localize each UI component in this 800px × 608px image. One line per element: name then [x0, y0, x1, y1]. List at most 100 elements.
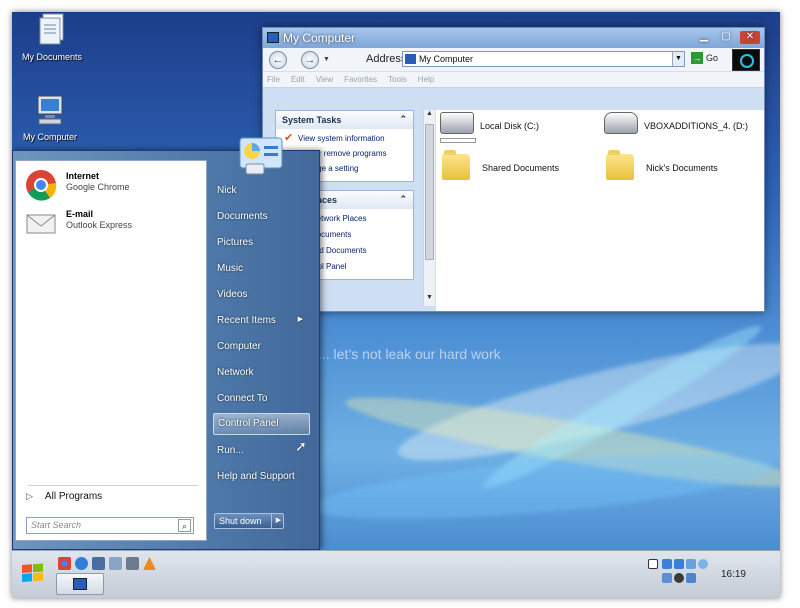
- box-tray-icon[interactable]: [686, 573, 696, 583]
- globe-tray-icon[interactable]: [698, 559, 708, 569]
- start-link-connect-to[interactable]: Connect To: [217, 389, 313, 411]
- search-placeholder: Start Search: [31, 520, 82, 530]
- folder-shared-documents[interactable]: Shared Documents: [442, 150, 602, 188]
- vlc-quicklaunch-icon[interactable]: [143, 557, 156, 570]
- start-menu-places: Nick Documents Pictures Music Videos Rec…: [211, 151, 319, 551]
- all-programs-button[interactable]: ▷ All Programs: [26, 491, 102, 502]
- start-link-label: Connect To: [217, 393, 268, 404]
- start-link-music[interactable]: Music: [217, 259, 313, 281]
- start-link-documents[interactable]: Documents: [217, 207, 313, 229]
- menu-view[interactable]: View: [316, 75, 333, 84]
- scroll-thumb[interactable]: [425, 124, 434, 260]
- system-tasks-header[interactable]: System Tasks ⌃: [276, 111, 413, 129]
- folder-icon: [606, 150, 634, 180]
- chrome-icon: [26, 170, 57, 201]
- start-link-nick[interactable]: Nick: [217, 181, 313, 203]
- start-link-label: Run...: [217, 445, 244, 456]
- maximize-button[interactable]: ▢: [716, 31, 736, 44]
- item-label: Nick's Documents: [646, 163, 718, 173]
- drive-vboxadditions-d[interactable]: VBOXADDITIONS_4. (D:): [604, 112, 764, 146]
- address-bar[interactable]: My Computer ▼: [402, 51, 685, 67]
- collapse-icon[interactable]: ⌃: [399, 114, 407, 125]
- pinned-sub: Google Chrome: [66, 182, 130, 192]
- scroll-down-icon[interactable]: ▼: [424, 294, 435, 306]
- volume-tray-icon[interactable]: [662, 573, 672, 583]
- start-link-network[interactable]: Network: [217, 363, 313, 385]
- pinned-sub: Outlook Express: [66, 220, 133, 230]
- media-quicklaunch-icon[interactable]: [126, 557, 139, 570]
- menu-tools[interactable]: Tools: [388, 75, 407, 84]
- drive-local-disk-c[interactable]: Local Disk (C:): [440, 112, 600, 146]
- computer-icon: [405, 54, 416, 64]
- start-link-label: Videos: [217, 289, 248, 300]
- start-menu-programs: Internet Google Chrome E-mail Outlook Ex…: [15, 160, 207, 541]
- collapse-icon[interactable]: ⌃: [399, 194, 407, 205]
- panda-tray-icon[interactable]: [674, 573, 684, 583]
- start-link-label: Network: [217, 367, 254, 378]
- go-button[interactable]: → Go: [691, 52, 718, 64]
- menu-help[interactable]: Help: [418, 75, 434, 84]
- desktop-icon-label: My Computer: [22, 132, 77, 142]
- pinned-internet[interactable]: Internet Google Chrome: [22, 167, 202, 203]
- item-label: VBOXADDITIONS_4. (D:): [644, 121, 749, 131]
- start-link-label: Music: [217, 263, 244, 274]
- start-link-pictures[interactable]: Pictures: [217, 233, 313, 255]
- menu-favorites[interactable]: Favorites: [344, 75, 377, 84]
- window-toolbar: ← → ▼ Address My Computer ▼ → Go: [263, 48, 764, 72]
- menu-file[interactable]: File: [267, 75, 280, 84]
- scroll-up-icon[interactable]: ▲: [424, 110, 435, 122]
- back-button[interactable]: ←: [269, 51, 287, 69]
- chevron-right-icon[interactable]: ▶: [271, 513, 285, 529]
- explorer-window: My Computer ▁ ▢ ✕ ← → ▼ Address My Compu…: [262, 27, 765, 312]
- desktop-icon-label: My Documents: [21, 52, 83, 62]
- chrome-quicklaunch-icon[interactable]: [58, 557, 71, 570]
- display-tray-icon[interactable]: [674, 559, 684, 569]
- go-label: Go: [706, 53, 719, 63]
- clock[interactable]: 16:19: [721, 569, 746, 580]
- start-link-control-panel[interactable]: Control Panel: [213, 413, 310, 435]
- task-label: View system information: [298, 134, 385, 143]
- taskbar: 16:19: [12, 550, 780, 598]
- task-view-system-info[interactable]: ✔ View system information: [276, 133, 413, 145]
- start-link-label: Control Panel: [218, 418, 279, 429]
- disk-usage-bar: [440, 138, 476, 143]
- system-tasks-title: System Tasks: [282, 115, 342, 125]
- ie-quicklaunch-icon[interactable]: [75, 557, 88, 570]
- usb-tray-icon[interactable]: [686, 559, 696, 569]
- start-link-help-support[interactable]: Help and Support: [217, 467, 313, 489]
- folder-nicks-documents[interactable]: Nick's Documents: [606, 150, 766, 188]
- search-icon[interactable]: ⌕: [178, 519, 191, 532]
- pinned-email[interactable]: E-mail Outlook Express: [22, 205, 202, 241]
- pinned-name: E-mail: [66, 209, 94, 219]
- start-search-input[interactable]: Start Search ⌕: [26, 517, 194, 534]
- desktop-icon-my-documents[interactable]: My Documents: [12, 12, 92, 62]
- taskbar-button-my-computer[interactable]: [56, 573, 104, 595]
- start-link-videos[interactable]: Videos: [217, 285, 313, 307]
- desktop-quicklaunch-icon[interactable]: [92, 557, 105, 570]
- menu-edit[interactable]: Edit: [291, 75, 305, 84]
- mail-icon: [26, 214, 56, 234]
- address-value: My Computer: [419, 54, 474, 64]
- start-link-label: Documents: [217, 211, 268, 222]
- shutdown-button[interactable]: Shut down ▶: [214, 513, 284, 529]
- minimize-button[interactable]: ▁: [694, 31, 714, 44]
- start-link-recent-items[interactable]: Recent Items ▶: [217, 311, 313, 333]
- address-dropdown-icon[interactable]: ▼: [672, 52, 684, 66]
- help-tray-icon[interactable]: [648, 559, 658, 569]
- computer-icon: [37, 95, 63, 125]
- network-tray-icon[interactable]: [662, 559, 672, 569]
- explorer-quicklaunch-icon[interactable]: [109, 557, 122, 570]
- go-arrow-icon: →: [691, 52, 703, 64]
- close-button[interactable]: ✕: [740, 31, 760, 44]
- desktop-icon-my-computer[interactable]: My Computer: [12, 92, 90, 142]
- forward-button[interactable]: →: [301, 51, 319, 69]
- chevron-right-icon: ▶: [297, 316, 303, 323]
- start-link-label: Pictures: [217, 237, 254, 248]
- start-button-icon[interactable]: [16, 557, 50, 591]
- triangle-right-icon: ▷: [26, 491, 33, 501]
- start-link-computer[interactable]: Computer: [217, 337, 313, 359]
- window-titlebar[interactable]: My Computer ▁ ▢ ✕: [263, 28, 764, 48]
- history-dropdown-icon[interactable]: ▼: [323, 56, 330, 63]
- start-menu: Internet Google Chrome E-mail Outlook Ex…: [12, 150, 320, 550]
- vertical-scrollbar[interactable]: ▲ ▼: [423, 110, 435, 306]
